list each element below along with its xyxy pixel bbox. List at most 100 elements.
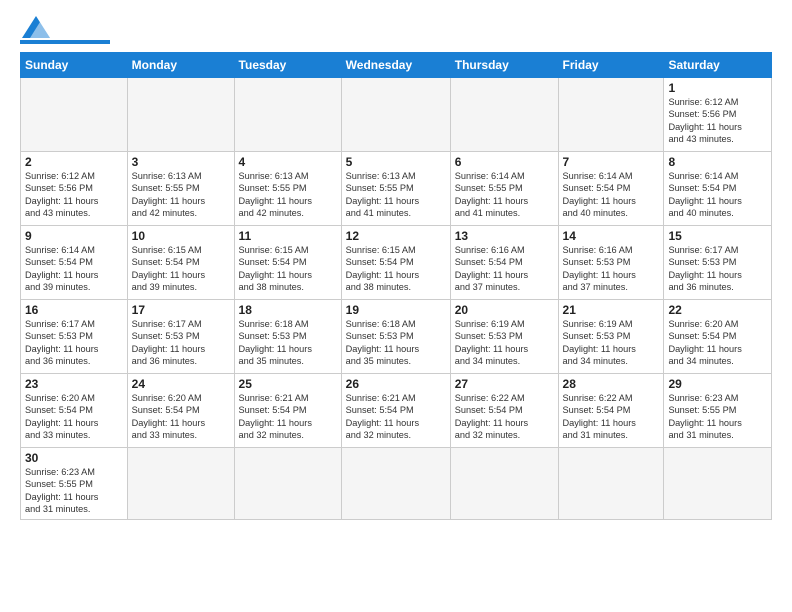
calendar-cell: 5Sunrise: 6:13 AM Sunset: 5:55 PM Daylig… — [341, 152, 450, 226]
calendar-cell: 18Sunrise: 6:18 AM Sunset: 5:53 PM Dayli… — [234, 300, 341, 374]
day-info: Sunrise: 6:13 AM Sunset: 5:55 PM Dayligh… — [239, 170, 337, 220]
calendar-cell: 10Sunrise: 6:15 AM Sunset: 5:54 PM Dayli… — [127, 226, 234, 300]
weekday-header-sunday: Sunday — [21, 53, 128, 78]
calendar: SundayMondayTuesdayWednesdayThursdayFrid… — [20, 52, 772, 520]
calendar-cell — [558, 448, 664, 520]
day-number: 14 — [563, 229, 660, 243]
calendar-cell: 19Sunrise: 6:18 AM Sunset: 5:53 PM Dayli… — [341, 300, 450, 374]
calendar-cell: 8Sunrise: 6:14 AM Sunset: 5:54 PM Daylig… — [664, 152, 772, 226]
day-number: 5 — [346, 155, 446, 169]
day-info: Sunrise: 6:21 AM Sunset: 5:54 PM Dayligh… — [346, 392, 446, 442]
day-number: 30 — [25, 451, 123, 465]
day-number: 13 — [455, 229, 554, 243]
day-number: 6 — [455, 155, 554, 169]
calendar-cell: 28Sunrise: 6:22 AM Sunset: 5:54 PM Dayli… — [558, 374, 664, 448]
calendar-week-row: 9Sunrise: 6:14 AM Sunset: 5:54 PM Daylig… — [21, 226, 772, 300]
calendar-cell: 2Sunrise: 6:12 AM Sunset: 5:56 PM Daylig… — [21, 152, 128, 226]
day-info: Sunrise: 6:14 AM Sunset: 5:54 PM Dayligh… — [563, 170, 660, 220]
logo — [20, 18, 110, 44]
calendar-cell: 26Sunrise: 6:21 AM Sunset: 5:54 PM Dayli… — [341, 374, 450, 448]
day-info: Sunrise: 6:14 AM Sunset: 5:55 PM Dayligh… — [455, 170, 554, 220]
calendar-week-row: 1Sunrise: 6:12 AM Sunset: 5:56 PM Daylig… — [21, 78, 772, 152]
weekday-header-thursday: Thursday — [450, 53, 558, 78]
calendar-cell: 9Sunrise: 6:14 AM Sunset: 5:54 PM Daylig… — [21, 226, 128, 300]
day-info: Sunrise: 6:22 AM Sunset: 5:54 PM Dayligh… — [563, 392, 660, 442]
calendar-cell: 1Sunrise: 6:12 AM Sunset: 5:56 PM Daylig… — [664, 78, 772, 152]
day-info: Sunrise: 6:19 AM Sunset: 5:53 PM Dayligh… — [563, 318, 660, 368]
day-number: 10 — [132, 229, 230, 243]
calendar-cell — [558, 78, 664, 152]
day-info: Sunrise: 6:18 AM Sunset: 5:53 PM Dayligh… — [239, 318, 337, 368]
weekday-header-saturday: Saturday — [664, 53, 772, 78]
calendar-cell — [234, 78, 341, 152]
day-info: Sunrise: 6:20 AM Sunset: 5:54 PM Dayligh… — [132, 392, 230, 442]
calendar-cell: 27Sunrise: 6:22 AM Sunset: 5:54 PM Dayli… — [450, 374, 558, 448]
calendar-cell: 14Sunrise: 6:16 AM Sunset: 5:53 PM Dayli… — [558, 226, 664, 300]
day-info: Sunrise: 6:12 AM Sunset: 5:56 PM Dayligh… — [668, 96, 767, 146]
day-number: 11 — [239, 229, 337, 243]
day-info: Sunrise: 6:18 AM Sunset: 5:53 PM Dayligh… — [346, 318, 446, 368]
day-number: 22 — [668, 303, 767, 317]
day-number: 25 — [239, 377, 337, 391]
calendar-cell — [341, 78, 450, 152]
calendar-cell — [450, 78, 558, 152]
calendar-cell: 13Sunrise: 6:16 AM Sunset: 5:54 PM Dayli… — [450, 226, 558, 300]
day-info: Sunrise: 6:20 AM Sunset: 5:54 PM Dayligh… — [668, 318, 767, 368]
day-info: Sunrise: 6:23 AM Sunset: 5:55 PM Dayligh… — [668, 392, 767, 442]
calendar-cell: 25Sunrise: 6:21 AM Sunset: 5:54 PM Dayli… — [234, 374, 341, 448]
day-number: 16 — [25, 303, 123, 317]
calendar-cell: 20Sunrise: 6:19 AM Sunset: 5:53 PM Dayli… — [450, 300, 558, 374]
day-info: Sunrise: 6:14 AM Sunset: 5:54 PM Dayligh… — [25, 244, 123, 294]
header — [20, 18, 772, 44]
calendar-cell: 15Sunrise: 6:17 AM Sunset: 5:53 PM Dayli… — [664, 226, 772, 300]
day-number: 1 — [668, 81, 767, 95]
day-info: Sunrise: 6:16 AM Sunset: 5:54 PM Dayligh… — [455, 244, 554, 294]
calendar-cell: 12Sunrise: 6:15 AM Sunset: 5:54 PM Dayli… — [341, 226, 450, 300]
day-number: 24 — [132, 377, 230, 391]
weekday-header-row: SundayMondayTuesdayWednesdayThursdayFrid… — [21, 53, 772, 78]
logo-underline — [20, 40, 110, 44]
calendar-cell: 30Sunrise: 6:23 AM Sunset: 5:55 PM Dayli… — [21, 448, 128, 520]
day-info: Sunrise: 6:15 AM Sunset: 5:54 PM Dayligh… — [346, 244, 446, 294]
calendar-cell: 22Sunrise: 6:20 AM Sunset: 5:54 PM Dayli… — [664, 300, 772, 374]
calendar-week-row: 2Sunrise: 6:12 AM Sunset: 5:56 PM Daylig… — [21, 152, 772, 226]
day-info: Sunrise: 6:17 AM Sunset: 5:53 PM Dayligh… — [132, 318, 230, 368]
day-number: 20 — [455, 303, 554, 317]
day-info: Sunrise: 6:22 AM Sunset: 5:54 PM Dayligh… — [455, 392, 554, 442]
day-info: Sunrise: 6:19 AM Sunset: 5:53 PM Dayligh… — [455, 318, 554, 368]
calendar-cell: 24Sunrise: 6:20 AM Sunset: 5:54 PM Dayli… — [127, 374, 234, 448]
logo-icon — [22, 16, 50, 38]
calendar-cell: 4Sunrise: 6:13 AM Sunset: 5:55 PM Daylig… — [234, 152, 341, 226]
page: SundayMondayTuesdayWednesdayThursdayFrid… — [0, 0, 792, 612]
day-info: Sunrise: 6:12 AM Sunset: 5:56 PM Dayligh… — [25, 170, 123, 220]
calendar-cell: 6Sunrise: 6:14 AM Sunset: 5:55 PM Daylig… — [450, 152, 558, 226]
day-info: Sunrise: 6:14 AM Sunset: 5:54 PM Dayligh… — [668, 170, 767, 220]
day-number: 19 — [346, 303, 446, 317]
weekday-header-tuesday: Tuesday — [234, 53, 341, 78]
day-info: Sunrise: 6:21 AM Sunset: 5:54 PM Dayligh… — [239, 392, 337, 442]
calendar-week-row: 16 Sunrise: 6:17 AM Sunset: 5:53 PM Dayli… — [21, 300, 772, 374]
calendar-cell: 21Sunrise: 6:19 AM Sunset: 5:53 PM Dayli… — [558, 300, 664, 374]
day-number: 4 — [239, 155, 337, 169]
calendar-cell — [127, 78, 234, 152]
weekday-header-wednesday: Wednesday — [341, 53, 450, 78]
day-info: Sunrise: 6:13 AM Sunset: 5:55 PM Dayligh… — [346, 170, 446, 220]
day-number: 7 — [563, 155, 660, 169]
calendar-cell: 11Sunrise: 6:15 AM Sunset: 5:54 PM Dayli… — [234, 226, 341, 300]
calendar-cell — [234, 448, 341, 520]
day-number: 8 — [668, 155, 767, 169]
calendar-week-row: 30Sunrise: 6:23 AM Sunset: 5:55 PM Dayli… — [21, 448, 772, 520]
day-info: Sunrise: 6:17 AM Sunset: 5:53 PM Dayligh… — [668, 244, 767, 294]
calendar-cell: 17Sunrise: 6:17 AM Sunset: 5:53 PM Dayli… — [127, 300, 234, 374]
day-number: 21 — [563, 303, 660, 317]
day-info: Sunrise: 6:15 AM Sunset: 5:54 PM Dayligh… — [239, 244, 337, 294]
day-number: 29 — [668, 377, 767, 391]
day-number: 26 — [346, 377, 446, 391]
day-number: 2 — [25, 155, 123, 169]
calendar-cell: 29Sunrise: 6:23 AM Sunset: 5:55 PM Dayli… — [664, 374, 772, 448]
day-info: Sunrise: 6:23 AM Sunset: 5:55 PM Dayligh… — [25, 466, 123, 516]
calendar-cell: 16Sunrise: 6:17 AM Sunset: 5:53 PM Dayli… — [21, 300, 128, 374]
calendar-week-row: 23 Sunrise: 6:20 AM Sunset: 5:54 PM Dayli… — [21, 374, 772, 448]
calendar-cell: 7Sunrise: 6:14 AM Sunset: 5:54 PM Daylig… — [558, 152, 664, 226]
day-number: 23 — [25, 377, 123, 391]
